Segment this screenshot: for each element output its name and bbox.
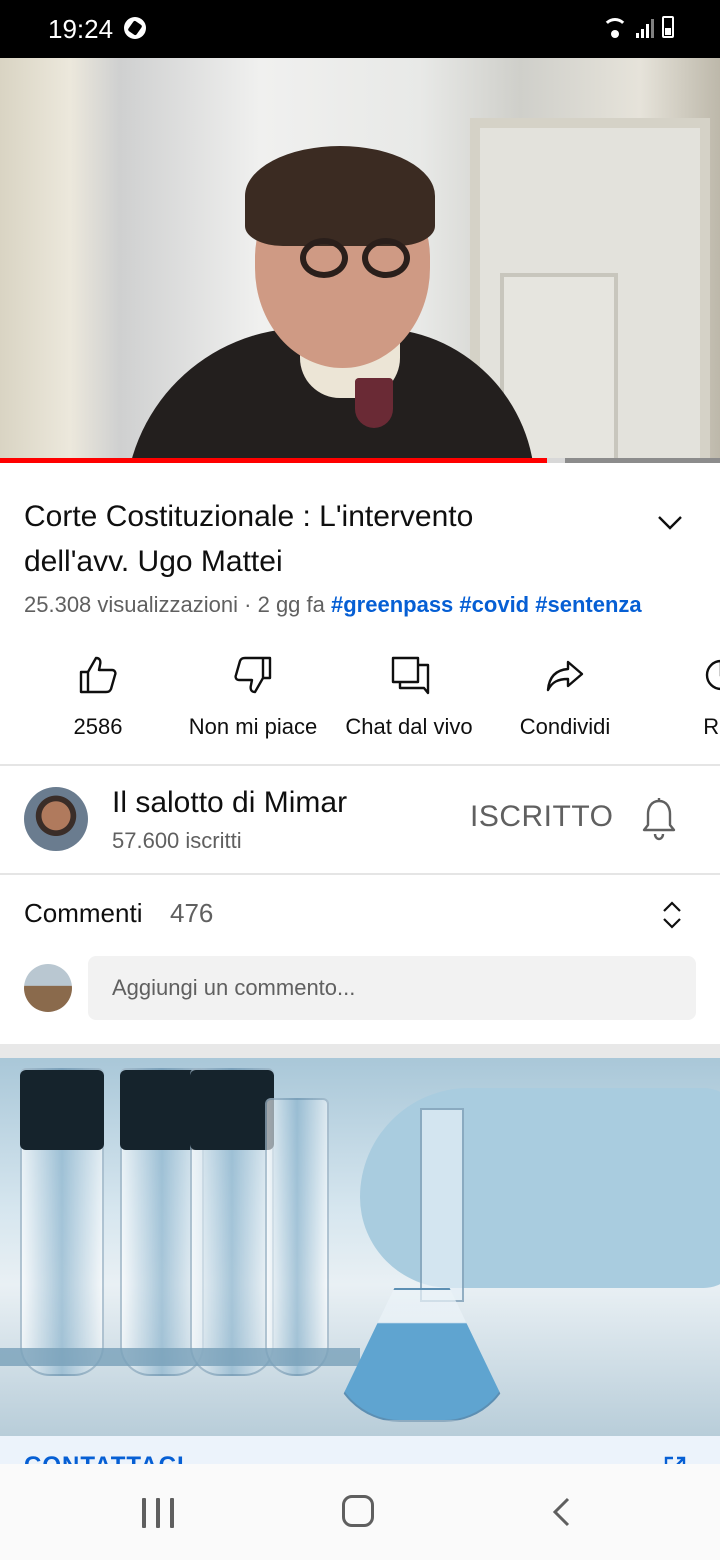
test-tube [190,1068,274,1376]
comment-input[interactable]: Aggiungi un commento... [88,956,696,1020]
bell-icon[interactable] [640,797,678,841]
chevron-down-icon[interactable] [656,508,684,536]
hashtag-link[interactable]: #sentenza [535,592,641,617]
meta-separator: · [238,592,258,617]
channel-subscribers: 57.600 iscritti [112,828,242,853]
ad-image[interactable] [0,1058,720,1436]
video-frame-person-hair [245,146,435,246]
hashtag-link[interactable]: #covid [459,592,529,617]
dislike-button[interactable]: Non mi piace [173,640,333,740]
notification-app-icon [124,17,146,39]
video-frame-glasses-right [362,238,410,278]
divider [0,764,720,766]
ad-cta-label[interactable]: CONTATTACI [24,1452,185,1464]
upload-age: 2 gg fa [257,592,325,617]
expand-collapse-icon[interactable] [658,898,686,932]
like-count: 2586 [73,714,123,739]
home-button[interactable] [342,1495,374,1527]
dislike-label: Non mi piace [188,714,318,739]
back-button[interactable] [548,1496,576,1528]
live-chat-button[interactable]: Chat dal vivo [329,640,489,740]
video-frame-glasses-left [300,238,348,278]
live-chat-label: Chat dal vivo [345,714,473,739]
hashtag-link[interactable]: #greenpass [331,592,453,617]
channel-name[interactable]: Il salotto di Mimar [112,786,347,820]
ad-cta-bar[interactable]: CONTATTACI [0,1436,720,1464]
recents-button[interactable] [142,1498,174,1528]
user-avatar [24,964,72,1012]
remix-icon [705,659,720,691]
action-row: 2586 Non mi piace Chat dal vivo Condivid… [0,640,720,750]
remix-button[interactable]: Rer [641,640,720,740]
subscribed-button[interactable]: ISCRITTO [470,800,613,834]
chat-icon [391,656,430,695]
gloved-hand [360,1088,720,1288]
video-title[interactable]: Corte Costituzionale : L'intervento dell… [24,494,584,584]
video-frame-person-tie [355,378,393,428]
divider [0,873,720,875]
video-meta: 25.308 visualizzazioni · 2 gg fa #greenp… [24,592,642,618]
view-count: 25.308 visualizzazioni [24,592,239,617]
share-icon [546,660,584,692]
comments-label[interactable]: Commenti [24,898,142,929]
test-tube-rack [0,1348,360,1366]
section-divider [0,1044,720,1058]
share-button[interactable]: Condividi [485,640,645,740]
video-player[interactable] [0,58,720,463]
thumbs-up-icon [79,656,117,694]
status-time: 19:24 [48,14,114,44]
comments-count: 476 [170,898,214,928]
external-link-icon[interactable] [662,1454,688,1464]
share-label: Condividi [519,714,611,739]
flask-neck [420,1108,464,1302]
system-nav-bar [0,1464,720,1560]
test-tube [20,1068,104,1376]
like-button[interactable]: 2586 [18,640,178,740]
status-indicators [602,16,674,38]
video-progress-played [0,458,548,463]
remix-label: Rer [703,714,720,739]
test-tube [265,1098,329,1376]
wifi-icon [602,18,628,38]
thumbs-down-icon [234,656,272,694]
signal-icon [636,18,654,38]
battery-icon [662,16,674,38]
test-tube-cap [20,1070,104,1150]
test-tube-cap [190,1070,274,1150]
status-bar: 19:24 [0,0,720,58]
channel-avatar[interactable] [24,787,88,851]
